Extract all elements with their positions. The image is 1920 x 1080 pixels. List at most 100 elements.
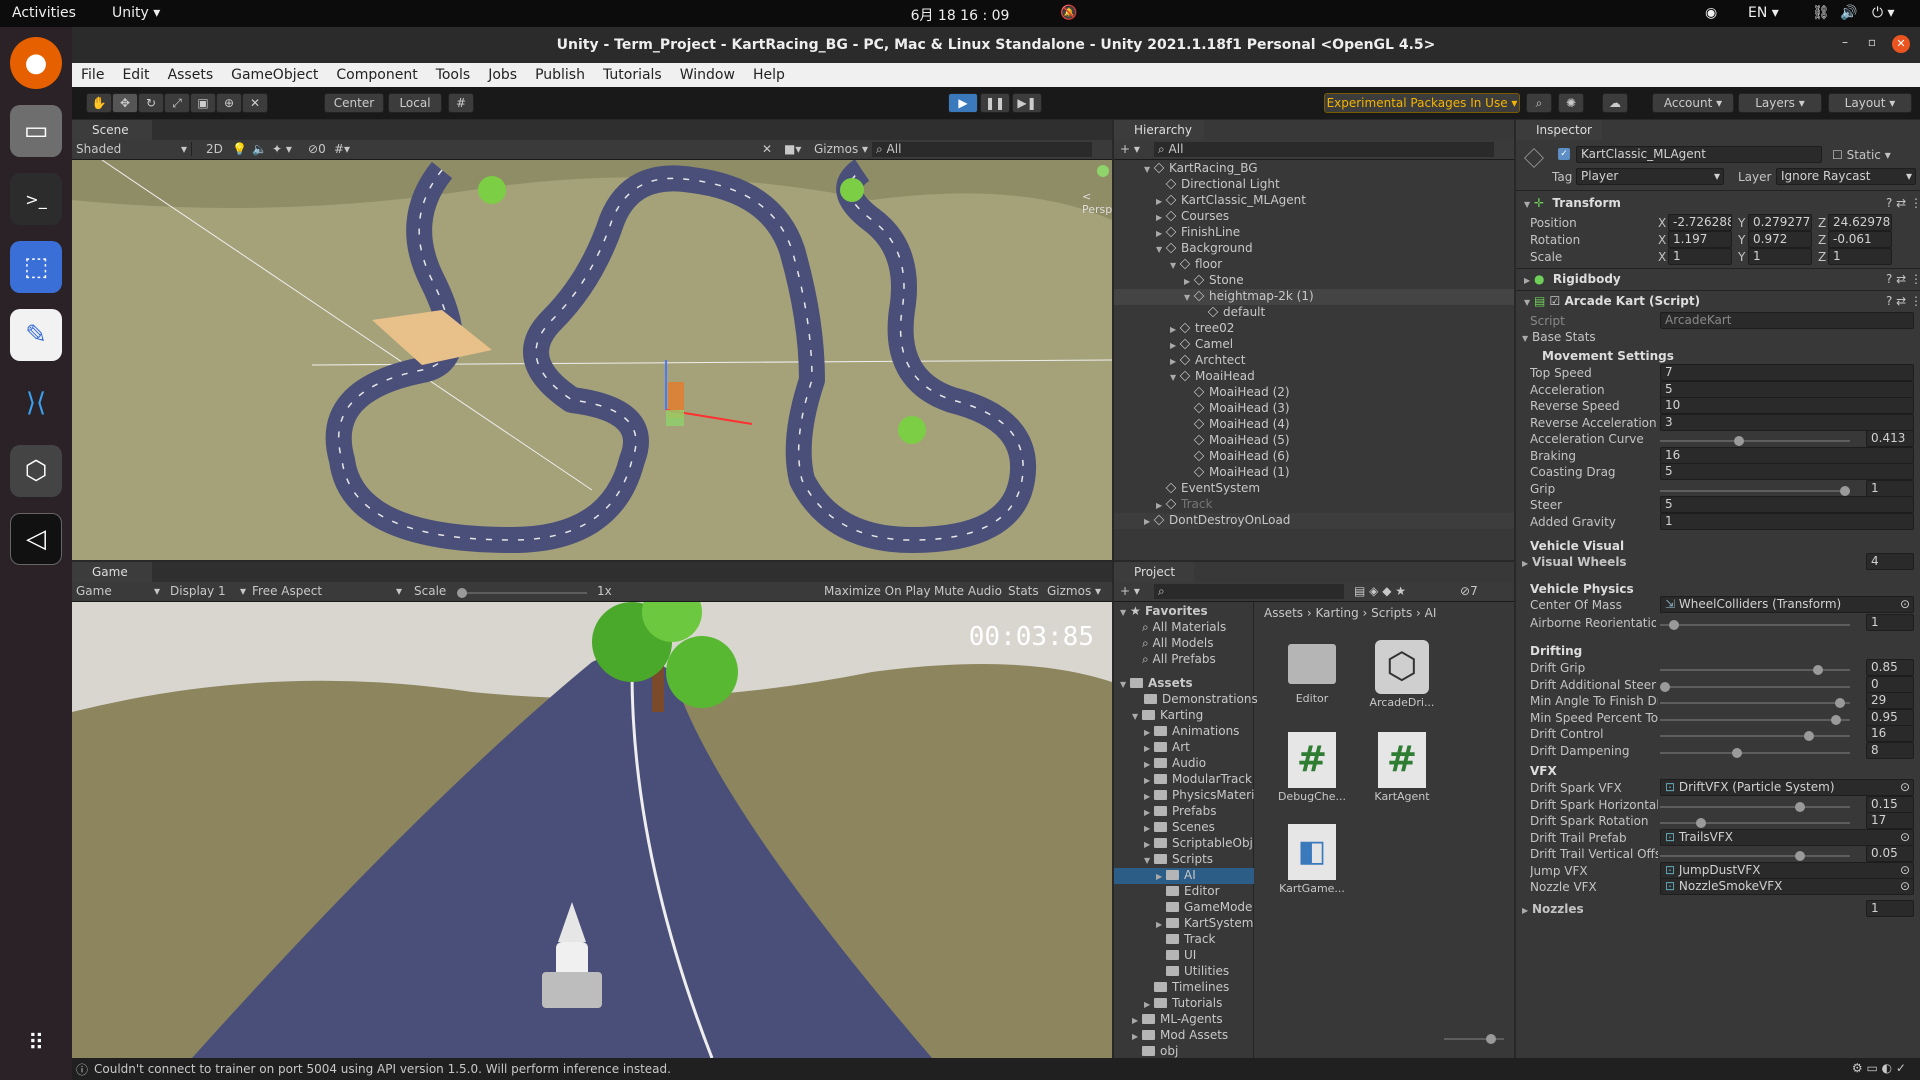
unity-editor-icon[interactable]: ◁	[10, 513, 62, 565]
object-picker-icon[interactable]: ⊙	[1900, 780, 1913, 795]
folder-item[interactable]: ▶ ML-Agents	[1132, 1012, 1223, 1028]
hand-tool-icon[interactable]: ✋	[86, 93, 112, 113]
persp-label[interactable]: < Persp	[1082, 190, 1112, 216]
hierarchy-item[interactable]: MoaiHead (5)	[1193, 433, 1290, 449]
drift-prop-slider[interactable]	[1660, 747, 1850, 758]
menu-assets[interactable]: Assets	[159, 63, 223, 83]
movement-prop-value[interactable]: 1	[1660, 512, 1914, 530]
pause-button[interactable]: ❚❚	[980, 93, 1010, 113]
folder-item[interactable]: ▶ Scenes	[1144, 820, 1215, 836]
vfx-prop-object-field[interactable]: ⊡ TrailsVFX ⊙	[1660, 828, 1914, 846]
menu-publish[interactable]: Publish	[526, 63, 594, 83]
folder-item[interactable]: ▼ Karting	[1132, 708, 1203, 724]
collab-icon[interactable]: ✺	[1558, 93, 1584, 113]
position-z-field[interactable]: 24.62978	[1828, 214, 1892, 231]
drift-prop-slider[interactable]	[1660, 681, 1850, 692]
drift-prop-slider[interactable]	[1660, 714, 1850, 725]
object-picker-icon[interactable]: ⊙	[1900, 830, 1913, 845]
vfx-prop-slider[interactable]	[1660, 818, 1850, 828]
clock[interactable]: 6月 18 16 : 09	[900, 5, 1020, 25]
status-message[interactable]: Couldn't connect to trainer on port 5004…	[94, 1062, 671, 1076]
custom-tool-icon[interactable]: ✕	[242, 93, 268, 113]
folder-item[interactable]: ▶ Tutorials	[1144, 996, 1222, 1012]
folder-item[interactable]: Utilities	[1166, 964, 1229, 980]
scale-z-field[interactable]: 1	[1828, 248, 1892, 265]
drift-prop-slider-knob[interactable]	[1660, 681, 1670, 692]
hidden-packages-count[interactable]: ⊘7	[1460, 584, 1478, 598]
mute-audio-toggle[interactable]: Mute Audio	[934, 584, 1002, 598]
audio-icon[interactable]: 🔈	[252, 142, 267, 156]
scene-viewport[interactable]	[72, 160, 1112, 560]
movement-prop-value[interactable]: 5	[1660, 463, 1914, 480]
vfx-prop-slider[interactable]	[1660, 851, 1850, 861]
tab-game[interactable]: Game	[72, 562, 152, 582]
maximize-on-play-toggle[interactable]: Maximize On Play	[824, 584, 931, 598]
display-dropdown[interactable]: Display 1 ▾	[170, 584, 246, 598]
scene-gizmos-dropdown[interactable]: Gizmos ▾	[814, 142, 868, 156]
scale-x-field[interactable]: 1	[1668, 248, 1732, 265]
accessibility-icon[interactable]: ◉	[1705, 5, 1717, 21]
hierarchy-add-button[interactable]: + ▾	[1120, 142, 1140, 156]
position-x-field[interactable]: -2.726288	[1668, 214, 1732, 231]
movement-prop-value[interactable]: 5	[1660, 496, 1914, 513]
asset-tile[interactable]: ⬡ ArcadeDri...	[1364, 640, 1440, 709]
folder-item[interactable]: Demonstrations	[1144, 692, 1258, 708]
hierarchy-item[interactable]: ▶ Courses	[1156, 209, 1229, 225]
hierarchy-item[interactable]: ▶ FinishLine	[1156, 225, 1240, 241]
movement-prop-value[interactable]: 3	[1660, 413, 1914, 431]
aspect-dropdown[interactable]: Free Aspect ▾	[252, 584, 402, 598]
hierarchy-item[interactable]: ▼ floor	[1170, 257, 1222, 273]
static-checkbox[interactable]: ☐ Static ▾	[1832, 148, 1891, 162]
menu-jobs[interactable]: Jobs	[479, 63, 526, 83]
hierarchy-item[interactable]: Directional Light	[1165, 177, 1280, 193]
drift-prop-slider[interactable]	[1660, 665, 1850, 675]
menu-help[interactable]: Help	[744, 63, 794, 83]
folder-item[interactable]: Timelines	[1154, 980, 1229, 996]
folder-item[interactable]: ▶ PhysicsMateri	[1144, 788, 1254, 804]
drift-prop-value[interactable]: 8	[1866, 741, 1914, 759]
rect-tool-icon[interactable]: ▣	[190, 93, 216, 113]
vfx-prop-object-field[interactable]: ⊡ NozzleSmokeVFX ⊙	[1660, 878, 1914, 895]
component-menu-icon[interactable]: ? ⇄ ⋮	[1886, 196, 1920, 210]
breadcrumb-item[interactable]: AI	[1425, 606, 1437, 620]
movement-prop-value[interactable]: 7	[1660, 364, 1914, 381]
files-icon[interactable]: ▭	[10, 105, 62, 157]
filter-icons[interactable]: ▤ ◈ ◆ ★	[1354, 584, 1406, 598]
object-name-field[interactable]: KartClassic_MLAgent	[1576, 146, 1822, 163]
folder-item[interactable]: ▶ Audio	[1144, 756, 1206, 772]
drift-prop-slider[interactable]	[1660, 731, 1850, 741]
screenshot-icon[interactable]: ⬚	[10, 241, 62, 293]
folder-item[interactable]: GameMode	[1166, 900, 1252, 916]
movement-prop-value[interactable]: 0.413	[1866, 430, 1914, 447]
vfx-prop-value[interactable]: 0.15	[1866, 795, 1914, 813]
nozzles-count[interactable]: 1	[1866, 900, 1914, 917]
hierarchy-item[interactable]: MoaiHead (1)	[1193, 465, 1290, 481]
movement-prop-value[interactable]: 16	[1660, 446, 1914, 464]
drift-prop-value[interactable]: 0.85	[1866, 659, 1914, 676]
hierarchy-item[interactable]: ▼ KartRacing_BG	[1144, 161, 1258, 177]
drift-prop-slider[interactable]	[1660, 698, 1850, 708]
game-gizmos-dropdown[interactable]: Gizmos ▾	[1047, 584, 1101, 598]
visual-wheels-count[interactable]: 4	[1866, 553, 1914, 570]
airborne-slider-knob[interactable]	[1669, 620, 1679, 630]
effects-icon[interactable]: ✦ ▾	[272, 142, 292, 156]
volume-icon[interactable]: 🔊	[1840, 5, 1857, 21]
rotation-x-field[interactable]: 1.197	[1668, 231, 1732, 248]
scale-slider-knob[interactable]	[457, 588, 467, 598]
component-menu-icon[interactable]: ? ⇄ ⋮	[1886, 272, 1920, 286]
movement-prop-slider-knob[interactable]	[1734, 436, 1745, 446]
tab-hierarchy[interactable]: Hierarchy	[1114, 120, 1204, 140]
step-button[interactable]: ▶❚	[1012, 93, 1042, 113]
drift-prop-value[interactable]: 0.95	[1866, 708, 1914, 726]
show-apps-icon[interactable]: ⠿	[10, 1017, 62, 1069]
breadcrumb-item[interactable]: Karting	[1316, 606, 1359, 620]
grid-icon[interactable]: #▾	[334, 142, 350, 156]
hierarchy-item[interactable]: ▶ tree02	[1170, 321, 1234, 337]
account-dropdown[interactable]: Account ▾	[1652, 93, 1734, 113]
airborne-slider[interactable]	[1660, 620, 1850, 630]
menu-tools[interactable]: Tools	[427, 63, 480, 83]
tag-dropdown[interactable]: Player ▾	[1576, 168, 1724, 185]
unity-app-indicator[interactable]: Unity ▾	[112, 5, 160, 21]
stats-toggle[interactable]: Stats	[1008, 584, 1039, 598]
folder-item[interactable]: ▶ Mod Assets	[1132, 1028, 1228, 1044]
